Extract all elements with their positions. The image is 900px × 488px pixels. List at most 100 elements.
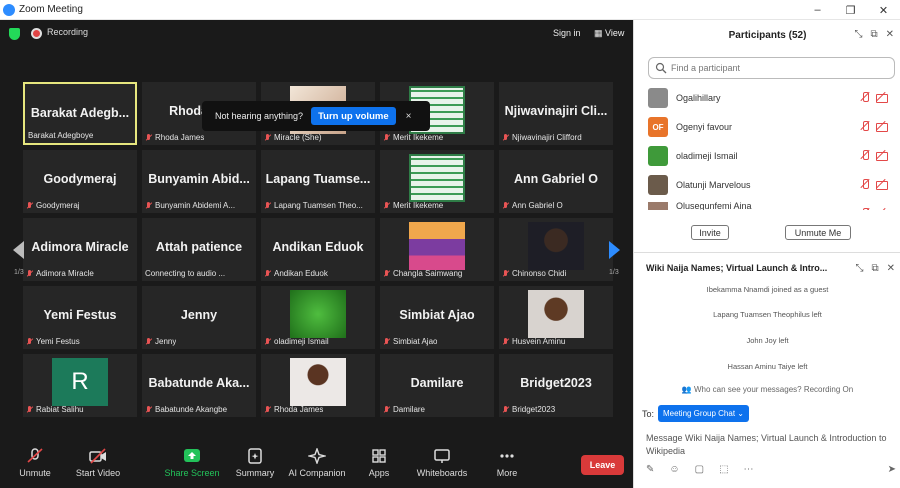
share-screen-button[interactable]: Share Screen bbox=[157, 448, 227, 478]
tile-label: Njiwavinajiri Clifford bbox=[502, 133, 582, 142]
unmute-me-button[interactable]: Unmute Me bbox=[785, 225, 851, 240]
message-input[interactable]: Message Wiki Naija Names; Virtual Launch… bbox=[646, 432, 896, 458]
recipient-dropdown[interactable]: Meeting Group Chat ⌄ bbox=[658, 405, 749, 422]
video-tile[interactable]: Merit Ikekeme bbox=[380, 150, 494, 213]
next-page-arrow-icon[interactable] bbox=[609, 241, 620, 259]
tile-label: Husvein Aminu bbox=[502, 337, 565, 346]
video-tile[interactable]: Lapang Tuamse... Lapang Tuamsen Theo... bbox=[261, 150, 375, 213]
who-can-see-link[interactable]: 👥 Who can see your messages? Recording O… bbox=[634, 385, 900, 394]
tile-label: Yemi Festus bbox=[26, 337, 80, 346]
tile-label-text: Njiwavinajiri Clifford bbox=[512, 133, 582, 142]
participant-name: Olatunji Marvelous bbox=[676, 180, 751, 190]
file-icon[interactable]: ▢ bbox=[695, 464, 704, 475]
sign-in-button[interactable]: Sign in bbox=[553, 28, 581, 38]
tile-name: Lapang Tuamse... bbox=[265, 172, 371, 186]
video-tile[interactable]: Husvein Aminu bbox=[499, 286, 613, 349]
emoji-icon[interactable]: ☺ bbox=[669, 464, 679, 475]
apps-button[interactable]: Apps bbox=[344, 448, 414, 478]
tile-name: Jenny bbox=[180, 308, 218, 322]
muted-mic-icon bbox=[264, 133, 271, 142]
video-tile[interactable]: Andikan Eduok Andikan Eduok bbox=[261, 218, 375, 281]
chat-collapse-icon[interactable]: ⤡ bbox=[855, 263, 863, 274]
tile-label: Rabiat Salihu bbox=[26, 405, 84, 414]
close-button[interactable]: ✕ bbox=[867, 0, 900, 20]
muted-mic-icon bbox=[502, 133, 509, 142]
tile-label: Bunyamin Abidemi A... bbox=[145, 201, 235, 210]
ai-companion-button[interactable]: AI Companion bbox=[282, 446, 352, 478]
video-tile[interactable]: Ann Gabriel O Ann Gabriel O bbox=[499, 150, 613, 213]
tile-label-text: Adimora Miracle bbox=[36, 269, 94, 278]
muted-mic-icon bbox=[26, 448, 44, 464]
start-video-button[interactable]: Start Video bbox=[63, 448, 133, 478]
tile-label-text: Chinonso Chidi bbox=[512, 269, 567, 278]
toast-close-icon[interactable]: × bbox=[406, 111, 412, 122]
video-tile[interactable]: Babatunde Aka... Babatunde Akangbe bbox=[142, 354, 256, 417]
maximize-button[interactable]: ❐ bbox=[834, 0, 867, 20]
meeting-area: Recording Sign in ▦ View Barakat Adegb..… bbox=[0, 20, 633, 488]
tile-label-text: Changla Saimwang bbox=[393, 269, 463, 278]
summary-button[interactable]: Summary bbox=[220, 448, 290, 478]
popout-icon[interactable]: ⧉ bbox=[870, 29, 877, 40]
video-tile[interactable]: Bunyamin Abid... Bunyamin Abidemi A... bbox=[142, 150, 256, 213]
muted-mic-icon bbox=[383, 337, 390, 346]
toast-text: Not hearing anything? bbox=[215, 111, 304, 121]
chat-system-message: Lapang Tuamsen Theophilus left bbox=[713, 310, 822, 319]
turn-up-volume-button[interactable]: Turn up volume bbox=[311, 107, 396, 125]
leave-button[interactable]: Leave bbox=[581, 455, 624, 475]
tile-label-text: Lapang Tuamsen Theo... bbox=[274, 201, 363, 210]
video-tile[interactable]: Jenny Jenny bbox=[142, 286, 256, 349]
whiteboards-button[interactable]: Whiteboards bbox=[407, 448, 477, 478]
muted-mic-icon bbox=[383, 405, 390, 414]
video-tile[interactable]: Damilare Damilare bbox=[380, 354, 494, 417]
participant-row[interactable]: Ogalihillary bbox=[648, 86, 898, 110]
tile-name: Andikan Eduok bbox=[272, 240, 364, 254]
close-panel-icon[interactable]: ✕ bbox=[886, 29, 894, 40]
video-tile[interactable]: Attah patience Connecting to audio ... bbox=[142, 218, 256, 281]
video-tile[interactable]: Changla Saimwang bbox=[380, 218, 494, 281]
send-icon[interactable]: ➤ bbox=[888, 464, 896, 475]
tile-label: Connecting to audio ... bbox=[145, 269, 225, 278]
whiteboards-label: Whiteboards bbox=[416, 468, 468, 478]
participant-row[interactable]: Olatunji Marvelous bbox=[648, 173, 898, 197]
video-tile[interactable]: Rhoda James bbox=[261, 354, 375, 417]
participant-name: Ogenyi favour bbox=[676, 122, 733, 132]
security-shield-icon[interactable] bbox=[9, 28, 20, 40]
participant-row[interactable]: Olusegunfemi Aina bbox=[648, 202, 898, 210]
video-tile[interactable]: Njiwavinajiri Cli... Njiwavinajiri Cliffo… bbox=[499, 82, 613, 145]
video-tile[interactable]: Barakat Adegb... Barakat Adegboye bbox=[23, 82, 137, 145]
summary-label: Summary bbox=[235, 468, 275, 478]
collapse-icon[interactable]: ⤡ bbox=[854, 29, 862, 40]
participant-search[interactable]: Find a participant bbox=[648, 57, 895, 79]
muted-mic-icon bbox=[264, 337, 271, 346]
video-tile[interactable]: Chinonso Chidi bbox=[499, 218, 613, 281]
tile-name: Yemi Festus bbox=[43, 308, 117, 322]
view-button[interactable]: ▦ View bbox=[594, 28, 624, 39]
prev-page-arrow-icon[interactable] bbox=[13, 241, 24, 259]
tile-label: Rhoda James bbox=[264, 405, 323, 414]
screenshot-icon[interactable]: ⬚ bbox=[719, 464, 728, 475]
participant-video bbox=[290, 290, 346, 338]
tile-label-text: Miracle (She) bbox=[274, 133, 322, 142]
more-button[interactable]: More bbox=[472, 448, 542, 478]
unmute-button[interactable]: Unmute bbox=[0, 448, 70, 478]
minimize-button[interactable]: – bbox=[801, 0, 834, 20]
video-tile[interactable]: Simbiat Ajao Simbiat Ajao bbox=[380, 286, 494, 349]
video-tile[interactable]: Yemi Festus Yemi Festus bbox=[23, 286, 137, 349]
muted-mic-icon bbox=[502, 269, 509, 278]
chat-popout-icon[interactable]: ⧉ bbox=[871, 263, 878, 274]
video-tile[interactable]: oladimeji Ismail bbox=[261, 286, 375, 349]
invite-button[interactable]: Invite bbox=[691, 225, 729, 240]
video-tile[interactable]: Adimora Miracle Adimora Miracle bbox=[23, 218, 137, 281]
chat-close-icon[interactable]: ✕ bbox=[887, 263, 895, 274]
tile-label-text: Goodymeraj bbox=[36, 201, 80, 210]
participant-row[interactable]: OF Ogenyi favour bbox=[648, 115, 898, 139]
muted-mic-icon bbox=[145, 405, 152, 414]
video-tile[interactable]: Bridget2023 Bridget2023 bbox=[499, 354, 613, 417]
video-tile[interactable]: Goodymeraj Goodymeraj bbox=[23, 150, 137, 213]
participant-row[interactable]: oladimeji Ismail bbox=[648, 144, 898, 168]
more-options-icon[interactable]: ⋯ bbox=[744, 464, 754, 475]
muted-mic-icon bbox=[26, 269, 33, 278]
format-icon[interactable]: ✎ bbox=[646, 464, 654, 475]
video-tile[interactable]: R Rabiat Salihu bbox=[23, 354, 137, 417]
tile-label-text: Connecting to audio ... bbox=[145, 269, 226, 278]
